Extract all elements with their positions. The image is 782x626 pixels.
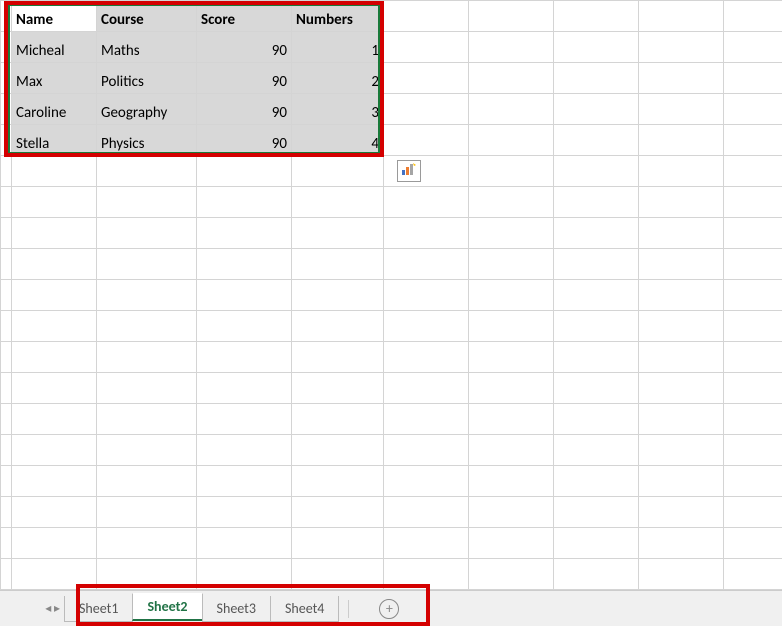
cell-header-numbers[interactable]: Numbers xyxy=(292,1,384,32)
tab-sheet4[interactable]: Sheet4 xyxy=(270,596,339,622)
cell-score-3[interactable]: 90 xyxy=(197,125,292,156)
cell-name-3[interactable]: Stella xyxy=(12,125,97,156)
cell-number-0[interactable]: 1 xyxy=(292,32,384,63)
cell-score-2[interactable]: 90 xyxy=(197,94,292,125)
cell-header-score[interactable]: Score xyxy=(197,1,292,32)
cell-header-course[interactable]: Course xyxy=(97,1,197,32)
tab-sheet3[interactable]: Sheet3 xyxy=(202,596,271,622)
cell-name-0[interactable]: Micheal xyxy=(12,32,97,63)
sheet-tabs: Sheet1 Sheet2 Sheet3 Sheet4 xyxy=(64,596,338,622)
tab-sheet1[interactable]: Sheet1 xyxy=(64,596,133,622)
cell-header-name[interactable]: Name xyxy=(12,1,97,32)
cell-name-2[interactable]: Caroline xyxy=(12,94,97,125)
cell-score-0[interactable]: 90 xyxy=(197,32,292,63)
cell-number-2[interactable]: 3 xyxy=(292,94,384,125)
tab-divider xyxy=(348,600,349,618)
tab-nav-prev-icon[interactable]: ◂ xyxy=(45,601,51,616)
cell-number-1[interactable]: 2 xyxy=(292,63,384,94)
cell-course-1[interactable]: Politics xyxy=(97,63,197,94)
cell-number-3[interactable]: 4 xyxy=(292,125,384,156)
quick-analysis-button[interactable] xyxy=(397,160,421,182)
sheet-tab-bar: ◂ ▸ Sheet1 Sheet2 Sheet3 Sheet4 + xyxy=(0,590,782,626)
cell-score-1[interactable]: 90 xyxy=(197,63,292,94)
tab-nav-next-icon[interactable]: ▸ xyxy=(54,601,60,616)
add-sheet-button[interactable]: + xyxy=(379,599,399,619)
quick-analysis-icon xyxy=(401,162,417,181)
cell-course-3[interactable]: Physics xyxy=(97,125,197,156)
tab-sheet2[interactable]: Sheet2 xyxy=(132,593,202,621)
cell-name-1[interactable]: Max xyxy=(12,63,97,94)
cell-course-0[interactable]: Maths xyxy=(97,32,197,63)
spreadsheet-grid[interactable]: Name Course Score Numbers Micheal Maths … xyxy=(0,0,782,590)
cell-course-2[interactable]: Geography xyxy=(97,94,197,125)
